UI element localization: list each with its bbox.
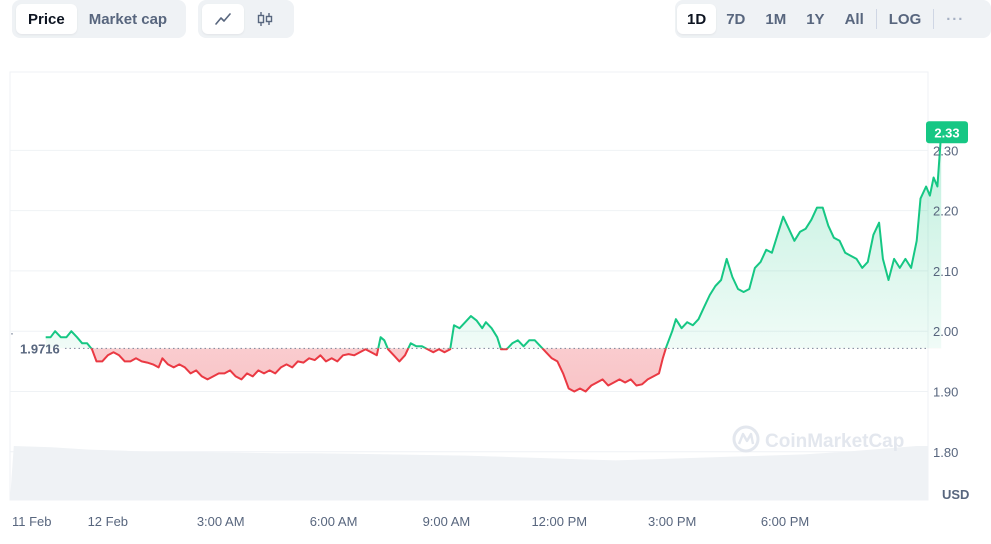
y-tick-label: 1.90 xyxy=(933,384,958,399)
x-tick-label: 3:00 PM xyxy=(648,514,696,529)
y-tick-label: 2.20 xyxy=(933,204,958,219)
x-tick-label: 9:00 AM xyxy=(423,514,471,529)
x-tick-label: 6:00 AM xyxy=(310,514,358,529)
watermark-text: CoinMarketCap xyxy=(765,431,904,452)
y-tick-label: 2.00 xyxy=(933,324,958,339)
x-axis: 11 Feb 12 Feb 3:00 AM 6:00 AM 9:00 AM 12:00 P… xyxy=(12,514,809,529)
baseline-tick-marker: · xyxy=(10,326,14,340)
baseline-label: 1.9716 xyxy=(20,341,60,356)
x-tick-label: 12:00 PM xyxy=(531,514,587,529)
y-tick-label: 2.30 xyxy=(933,143,958,158)
y-tick-label: 1.80 xyxy=(933,445,958,460)
x-tick-label: 12 Feb xyxy=(88,514,128,529)
last-price-label: 2.33 xyxy=(934,125,959,140)
currency-label: USD xyxy=(942,487,969,502)
x-tick-label: 6:00 PM xyxy=(761,514,809,529)
last-price-badge: 2.33 xyxy=(926,121,968,144)
x-tick-label: 3:00 AM xyxy=(197,514,245,529)
price-chart: CoinMarketCap · 1.9716 1.80 1.90 2.00 2.10 2… xyxy=(9,71,969,529)
x-tick-label: 11 Feb xyxy=(12,514,52,529)
y-tick-label: 2.10 xyxy=(933,264,958,279)
